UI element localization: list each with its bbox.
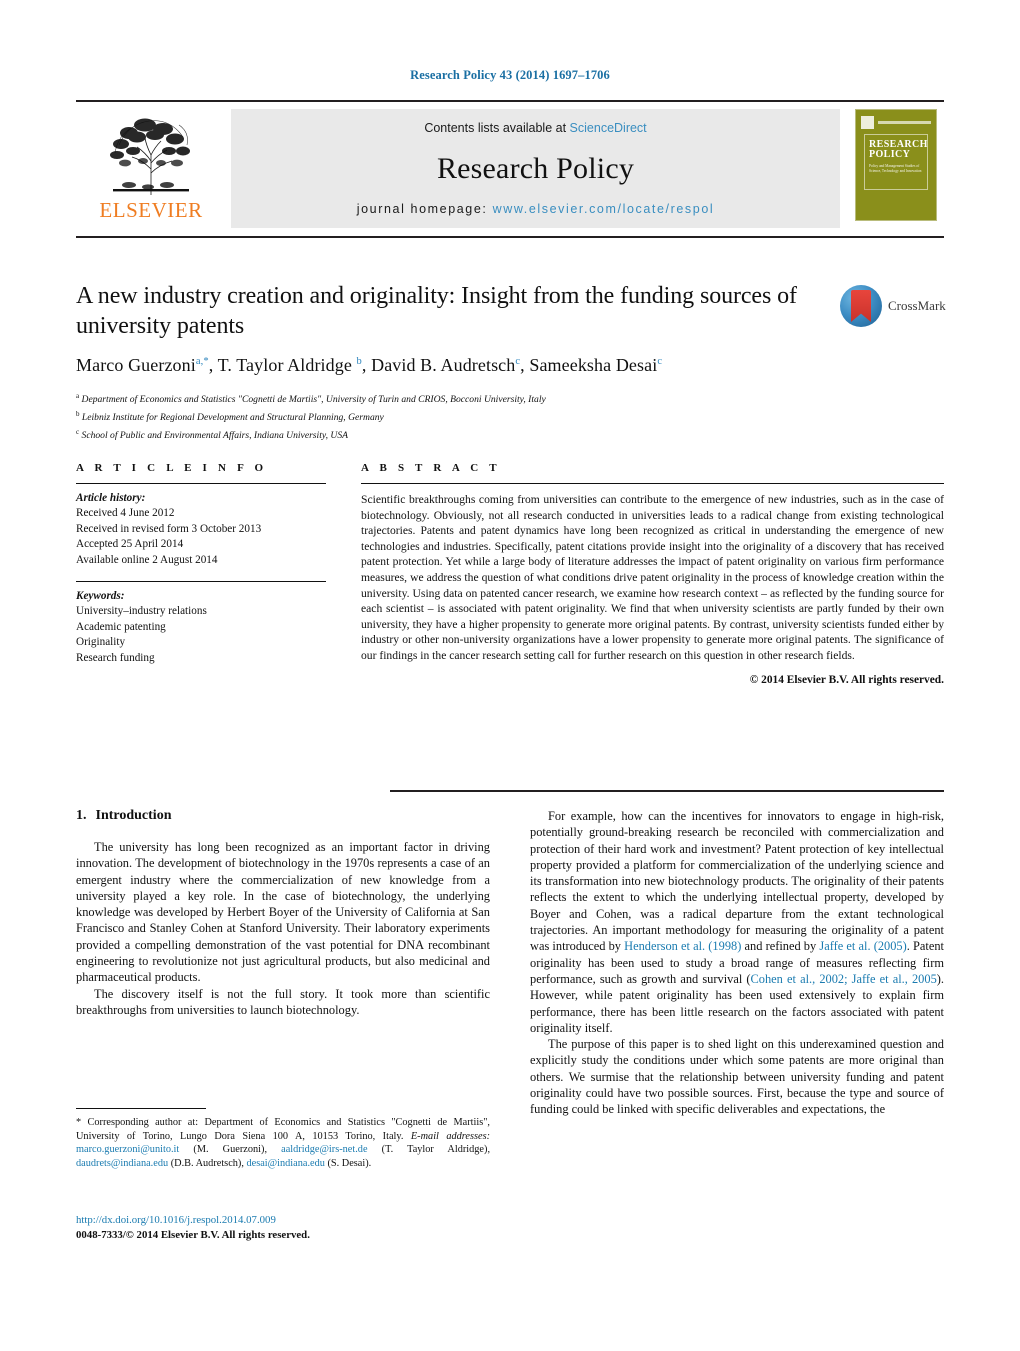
masthead-bottom-rule xyxy=(76,236,944,238)
history-item: Available online 2 August 2014 xyxy=(76,553,218,566)
journal-cover-block: RESEARCH POLICY Policy and Management St… xyxy=(848,109,944,221)
citation-link-jaffe[interactable]: Jaffe et al. (2005) xyxy=(819,939,906,953)
citation-link-cohen-jaffe[interactable]: Cohen et al., 2002; Jaffe et al., 2005 xyxy=(751,972,937,986)
abstract-column: A B S T R A C T Scientific breakthroughs… xyxy=(361,462,944,686)
affiliation-marker: c xyxy=(76,428,80,437)
abstract-rule xyxy=(361,483,944,484)
abstract-text: Scientific breakthroughs coming from uni… xyxy=(361,493,944,662)
keyword-item: Originality xyxy=(76,636,126,649)
article-history-label: Article history: xyxy=(76,492,146,504)
email-person-audretsch: (D.B. Audretsch) xyxy=(170,1157,242,1169)
elsevier-tree-icon xyxy=(99,111,203,199)
email-link-aldridge[interactable]: aaldridge@irs-net.de xyxy=(281,1144,367,1155)
crossmark-label: CrossMark xyxy=(888,298,946,313)
keywords-rule xyxy=(76,581,326,583)
affiliation-item: c School of Public and Environmental Aff… xyxy=(76,425,944,443)
footnote-rule xyxy=(76,1108,206,1109)
article-info-column: A R T I C L E I N F O Article history: R… xyxy=(76,462,326,686)
imprint-block: http://dx.doi.org/10.1016/j.respol.2014.… xyxy=(76,1213,490,1242)
keyword-item: Academic patenting xyxy=(76,620,166,633)
history-item: Accepted 25 April 2014 xyxy=(76,538,184,551)
elsevier-logo-block: ELSEVIER xyxy=(76,109,226,221)
elsevier-wordmark: ELSEVIER xyxy=(99,198,203,222)
homepage-prefix: journal homepage: xyxy=(356,202,488,216)
journal-cover-thumbnail: RESEARCH POLICY Policy and Management St… xyxy=(855,109,937,221)
title-block: A new industry creation and originality:… xyxy=(76,281,946,444)
keywords-label: Keywords: xyxy=(76,590,125,603)
info-abstract-row: A R T I C L E I N F O Article history: R… xyxy=(76,462,944,686)
email-person-aldridge: (T. Taylor Aldridge) xyxy=(381,1144,488,1156)
body-column-right: For example, how can the incentives for … xyxy=(530,808,944,1118)
journal-masthead: ELSEVIER Contents lists available at Sci… xyxy=(76,100,944,228)
doi-link[interactable]: http://dx.doi.org/10.1016/j.respol.2014.… xyxy=(76,1214,276,1226)
email-person-guerzoni: (M. Guerzoni) xyxy=(193,1144,265,1156)
cover-subtitle: Policy and Management Studies of Science… xyxy=(869,164,922,173)
abstract-bottom-rule xyxy=(390,790,944,792)
section-title: Introduction xyxy=(95,808,172,823)
author-list: Marco Guerzonia,*, T. Taylor Aldridge b,… xyxy=(76,355,663,375)
affiliation-text: School of Public and Environmental Affai… xyxy=(81,430,348,442)
email-link-desai[interactable]: desai@indiana.edu xyxy=(247,1158,325,1169)
affiliation-marker: a xyxy=(76,392,80,400)
journal-homepage-line: journal homepage: www.elsevier.com/locat… xyxy=(357,202,715,216)
cover-issn-line xyxy=(878,121,931,124)
paragraph-text: For example, how can the incentives for … xyxy=(530,809,944,954)
body-columns: 1. Introduction The university has long b… xyxy=(76,808,944,1118)
cover-top-strip xyxy=(861,115,931,130)
article-info-rule xyxy=(76,483,326,484)
sciencedirect-link[interactable]: ScienceDirect xyxy=(570,121,647,135)
journal-title: Research Policy xyxy=(436,151,635,185)
footnote-text: * Corresponding author at: Department of… xyxy=(76,1117,491,1169)
abstract-copyright: © 2014 Elsevier B.V. All rights reserved… xyxy=(749,673,944,686)
crossmark-badge[interactable]: CrossMark xyxy=(840,284,946,328)
homepage-url-link[interactable]: www.elsevier.com/locate/respol xyxy=(493,202,715,216)
affiliation-list: a Department of Economics and Statistics… xyxy=(76,389,944,444)
cover-title-line2: POLICY xyxy=(869,149,911,160)
section-number: 1. xyxy=(76,808,87,823)
email-addresses-label: E-mail addresses: xyxy=(410,1130,491,1142)
article-history-block: Article history: Received 4 June 2012 Re… xyxy=(76,491,326,568)
cover-title: RESEARCH POLICY xyxy=(869,140,928,160)
history-item: Received in revised form 3 October 2013 xyxy=(76,522,262,535)
paragraph-text: and refined by xyxy=(741,939,820,954)
page-title: A new industry creation and originality:… xyxy=(76,283,797,339)
keyword-item: University–industry relations xyxy=(76,605,207,618)
keywords-block: Keywords: University–industry relations … xyxy=(76,589,326,666)
paper-page: Research Policy 43 (2014) 1697–1706 ELSE… xyxy=(0,0,1020,1351)
email-link-audretsch[interactable]: daudrets@indiana.edu xyxy=(76,1158,168,1169)
email-link-guerzoni[interactable]: marco.guerzoni@unito.it xyxy=(76,1144,179,1155)
paragraph: The university has long been recognized … xyxy=(76,840,490,985)
article-info-heading: A R T I C L E I N F O xyxy=(76,462,268,474)
affiliation-item: b Leibniz Institute for Regional Develop… xyxy=(76,407,944,425)
abstract-heading: A B S T R A C T xyxy=(361,462,501,474)
contents-prefix: Contents lists available at xyxy=(424,121,567,135)
affiliation-text: Department of Economics and Statistics "… xyxy=(81,394,546,406)
affiliation-item: a Department of Economics and Statistics… xyxy=(76,389,944,407)
affiliation-text: Leibniz Institute for Regional Developme… xyxy=(81,412,384,424)
paragraph: The discovery itself is not the full sto… xyxy=(76,986,490,1017)
history-item: Received 4 June 2012 xyxy=(76,507,175,520)
contents-banner: Contents lists available at ScienceDirec… xyxy=(231,109,840,228)
footnote-block: * Corresponding author at: Department of… xyxy=(76,1108,490,1170)
citation-link-henderson[interactable]: Henderson et al. (1998) xyxy=(624,939,741,953)
paragraph: For example, how can the incentives for … xyxy=(530,808,944,1036)
paragraph: The purpose of this paper is to shed lig… xyxy=(530,1037,944,1117)
crossmark-icon xyxy=(840,285,882,327)
body-column-left: 1. Introduction The university has long b… xyxy=(76,808,490,1118)
issn-copyright-line: 0048-7333/© 2014 Elsevier B.V. All right… xyxy=(76,1228,310,1241)
section-heading-introduction: 1. Introduction xyxy=(76,808,490,824)
running-head: Research Policy 43 (2014) 1697–1706 xyxy=(410,68,610,82)
email-person-desai: (S. Desai) xyxy=(327,1157,369,1169)
cover-elsevier-icon xyxy=(861,116,874,129)
affiliation-marker: b xyxy=(76,410,80,419)
contents-available-line: Contents lists available at ScienceDirec… xyxy=(424,121,646,135)
keyword-item: Research funding xyxy=(76,651,155,664)
